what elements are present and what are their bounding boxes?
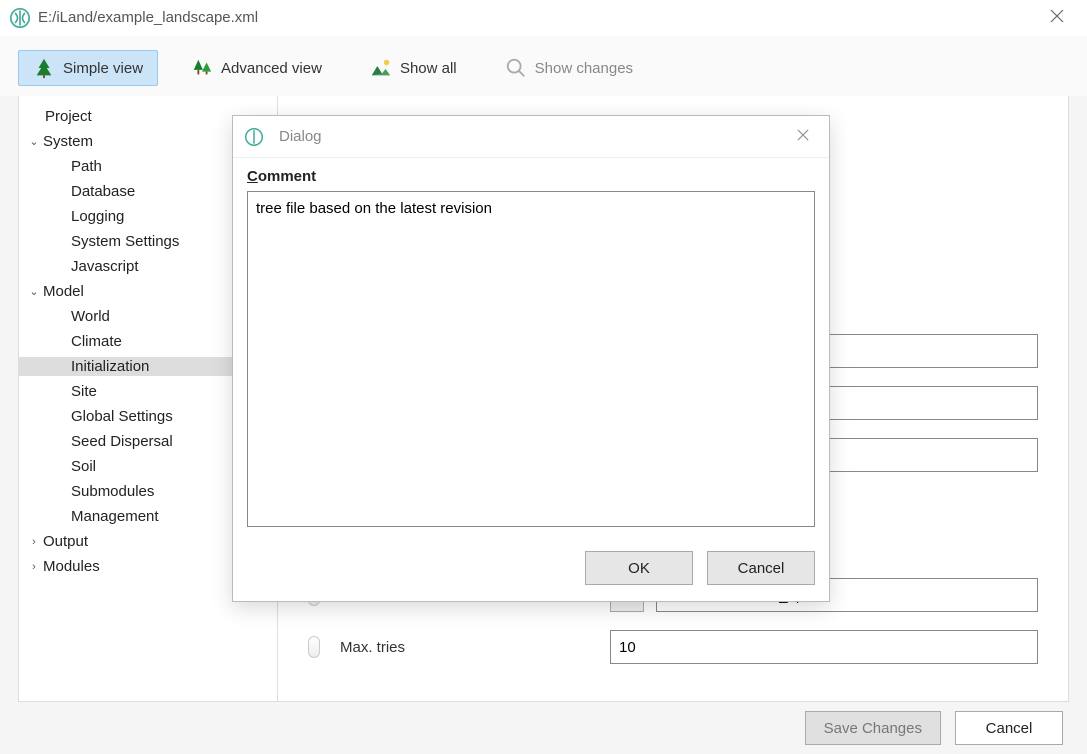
chevron-down-icon[interactable]: ⌄ bbox=[25, 135, 43, 148]
toolbar: Simple view Advanced view Show all Show … bbox=[0, 36, 1087, 96]
window-title: E:/iLand/example_landscape.xml bbox=[38, 9, 1037, 26]
show-changes-button[interactable]: Show changes bbox=[490, 50, 648, 86]
drag-handle-icon[interactable] bbox=[308, 636, 320, 658]
comment-label: Comment bbox=[247, 168, 815, 185]
dialog-ok-button[interactable]: OK bbox=[585, 551, 693, 585]
app-icon bbox=[10, 8, 30, 28]
titlebar: E:/iLand/example_landscape.xml bbox=[0, 0, 1087, 36]
simple-view-button[interactable]: Simple view bbox=[18, 50, 158, 86]
tree-icon bbox=[33, 57, 55, 79]
cancel-button[interactable]: Cancel bbox=[955, 711, 1063, 745]
show-all-button[interactable]: Show all bbox=[355, 50, 472, 86]
simple-view-label: Simple view bbox=[63, 60, 143, 77]
comment-textarea[interactable] bbox=[247, 191, 815, 527]
maxtries-input[interactable] bbox=[610, 630, 1038, 664]
show-all-label: Show all bbox=[400, 60, 457, 77]
window-close-button[interactable] bbox=[1037, 7, 1077, 28]
dialog-title: Dialog bbox=[279, 128, 789, 145]
landscape-icon bbox=[370, 57, 392, 79]
trees-icon bbox=[191, 57, 213, 79]
chevron-right-icon[interactable]: › bbox=[25, 536, 43, 548]
dialog-cancel-button[interactable]: Cancel bbox=[707, 551, 815, 585]
chevron-right-icon[interactable]: › bbox=[25, 561, 43, 573]
dialog-close-button[interactable] bbox=[789, 124, 817, 150]
chevron-down-icon[interactable]: ⌄ bbox=[25, 285, 43, 298]
search-icon bbox=[505, 57, 527, 79]
row-maxtries: Max. tries bbox=[308, 630, 1038, 664]
save-changes-button[interactable]: Save Changes bbox=[805, 711, 941, 745]
footer: Save Changes Cancel bbox=[0, 702, 1087, 754]
dialog-titlebar: Dialog bbox=[233, 116, 829, 158]
app-icon bbox=[245, 128, 263, 146]
maxtries-label: Max. tries bbox=[340, 639, 600, 656]
advanced-view-label: Advanced view bbox=[221, 60, 322, 77]
advanced-view-button[interactable]: Advanced view bbox=[176, 50, 337, 86]
comment-dialog: Dialog Comment OK Cancel bbox=[232, 115, 830, 602]
show-changes-label: Show changes bbox=[535, 60, 633, 77]
